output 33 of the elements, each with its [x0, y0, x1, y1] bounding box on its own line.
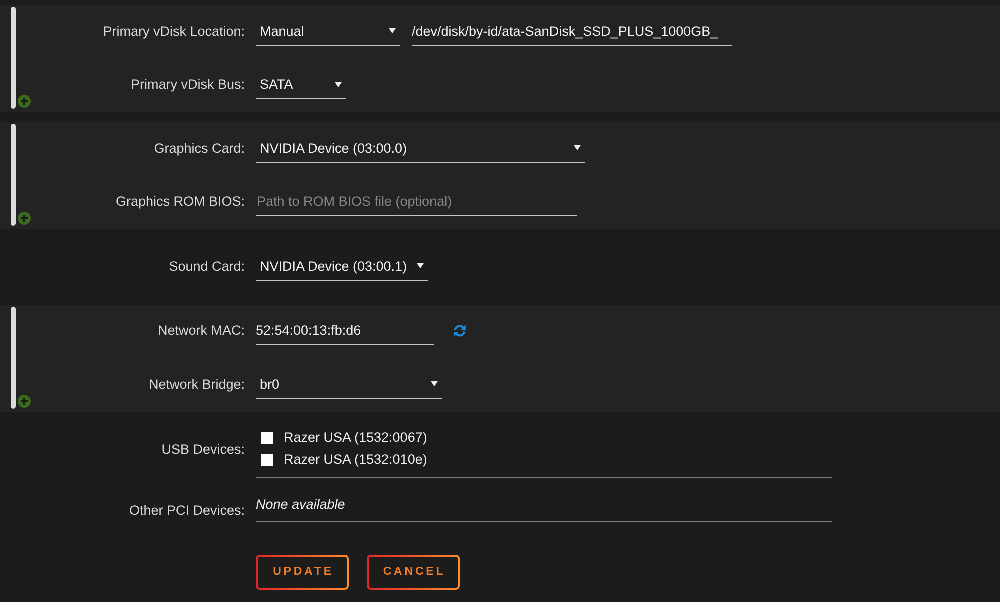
- field-label: Network Bridge:: [148, 376, 245, 393]
- form-button[interactable]: UPDATE: [256, 554, 349, 590]
- field-label: Graphics Card:: [153, 140, 245, 157]
- caret-icon: [431, 381, 438, 388]
- plus-circle-icon[interactable]: [18, 394, 31, 408]
- dropdown[interactable]: SATA: [256, 71, 346, 100]
- plus-circle-icon[interactable]: [18, 95, 31, 108]
- checkbox-label[interactable]: Razer USA (1532:010e): [284, 452, 428, 467]
- caret-icon: [335, 82, 342, 88]
- dropdown[interactable]: br0: [256, 370, 442, 399]
- checkbox[interactable]: [261, 432, 273, 444]
- field-label: Sound Card:: [168, 258, 245, 275]
- dropdown[interactable]: NVIDIA Device (03:00.1): [256, 252, 428, 281]
- dropdown[interactable]: Manual: [256, 18, 400, 46]
- caret-icon: [417, 263, 424, 270]
- refresh-icon[interactable]: [453, 324, 467, 338]
- field-label: Network MAC:: [156, 323, 245, 340]
- caret-icon: [389, 28, 396, 34]
- field-label: Other PCI Devices:: [128, 502, 245, 520]
- field-label: Primary vDisk Bus:: [130, 77, 245, 94]
- checkbox[interactable]: [261, 454, 273, 466]
- field-label: Primary vDisk Location:: [102, 24, 245, 40]
- empty-list-text: None available: [256, 494, 832, 522]
- plus-circle-icon[interactable]: [18, 212, 31, 225]
- form-button[interactable]: CANCEL: [367, 554, 460, 590]
- text-field[interactable]: /dev/disk/by-id/ata-SanDisk_SSD_PLUS_1000GB_: [412, 18, 732, 46]
- field-label: USB Devices:: [160, 442, 245, 458]
- checkbox-label[interactable]: Razer USA (1532:0067): [284, 430, 428, 445]
- field-label: Graphics ROM BIOS:: [114, 194, 245, 210]
- text-field[interactable]: Path to ROM BIOS file (optional): [256, 188, 577, 216]
- dropdown[interactable]: NVIDIA Device (03:00.0): [256, 134, 585, 163]
- text-field[interactable]: 52:54:00:13:fb:d6: [256, 317, 434, 346]
- caret-icon: [574, 145, 581, 152]
